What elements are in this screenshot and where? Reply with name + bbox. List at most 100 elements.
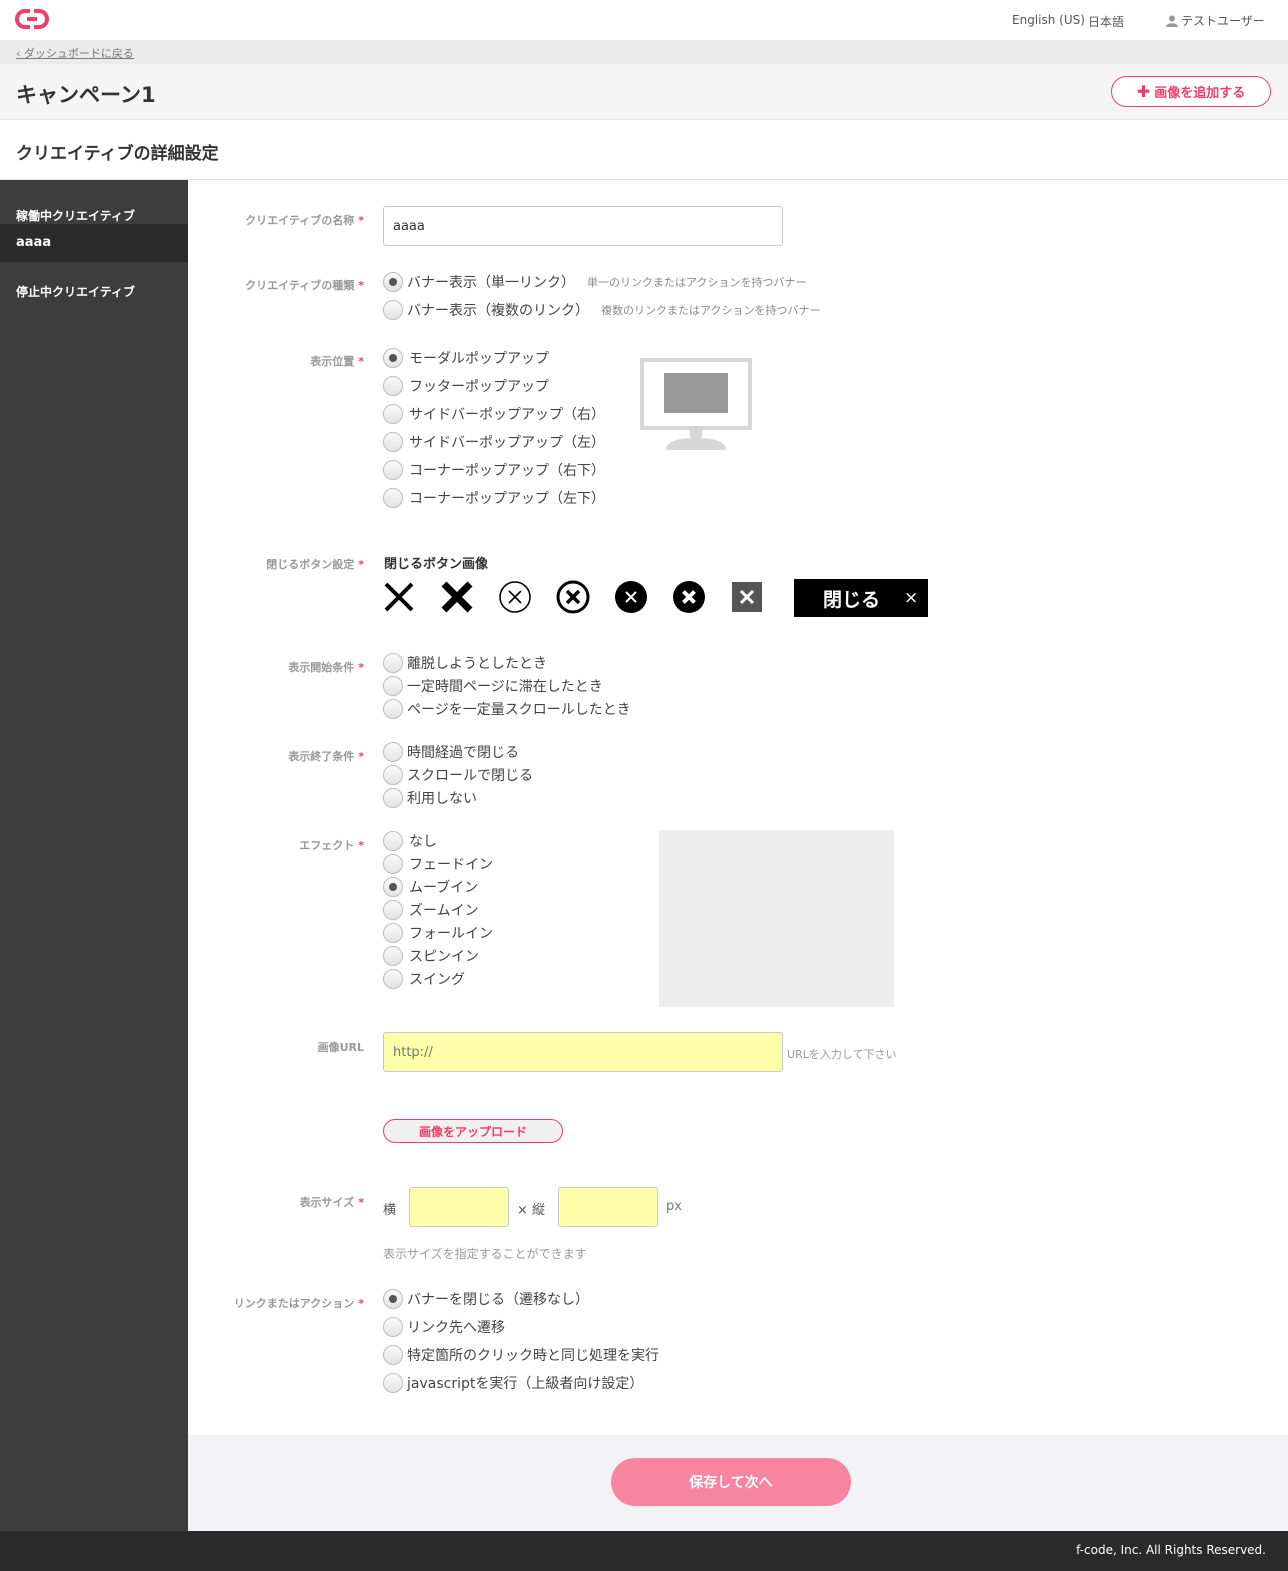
creative-name-input[interactable] — [383, 206, 783, 246]
radio[interactable] — [383, 653, 403, 673]
add-image-button[interactable]: ✚ 画像を追加する — [1111, 76, 1271, 107]
radio[interactable] — [383, 900, 403, 920]
radio[interactable] — [383, 969, 403, 989]
display-size-hint: 表示サイズを指定することができます — [383, 1247, 587, 1261]
close-style-thin-x-icon[interactable] — [382, 580, 416, 614]
close-style-filled-circle-x-icon[interactable] — [614, 580, 648, 614]
end-option-scroll[interactable]: スクロールで閉じる — [383, 765, 533, 785]
effect-option-move-in[interactable]: ムーブイン — [383, 877, 478, 897]
radio[interactable] — [383, 432, 403, 452]
sidebar-active-heading: 稼働中クリエイティブ — [16, 209, 136, 223]
effect-option-none[interactable]: なし — [383, 831, 437, 851]
position-option-modal[interactable]: モーダルポップアップ — [383, 348, 549, 368]
close-style-gray-square-x-icon[interactable] — [730, 580, 764, 614]
back-to-dashboard-link[interactable]: ‹ ダッシュボードに戻る — [16, 45, 134, 61]
effect-option-fade-in[interactable]: フェードイン — [383, 854, 493, 874]
page-title: キャンペーン1 — [16, 83, 156, 107]
radio[interactable] — [383, 1345, 403, 1365]
radio[interactable] — [383, 676, 403, 696]
radio[interactable] — [383, 699, 403, 719]
radio[interactable] — [383, 946, 403, 966]
width-input[interactable] — [409, 1187, 509, 1227]
position-label: 表示位置 * — [310, 355, 364, 368]
radio[interactable] — [383, 488, 403, 508]
radio[interactable] — [383, 1373, 403, 1393]
close-button-label: 閉じるボタン設定 * — [266, 558, 364, 571]
position-option-sidebar-left[interactable]: サイドバーポップアップ（左） — [383, 432, 605, 452]
radio[interactable] — [383, 460, 403, 480]
radio[interactable] — [383, 300, 403, 320]
action-label: リンクまたはアクション * — [233, 1297, 364, 1310]
image-url-hint: URLを入力して下さい — [787, 1048, 897, 1061]
type-option-multiple[interactable]: バナー表示（複数のリンク） 複数のリンクまたはアクションを持つバナー — [383, 300, 820, 320]
action-option-javascript[interactable]: javascriptを実行（上級者向け設定） — [383, 1373, 643, 1393]
px-unit-label: px — [666, 1199, 682, 1214]
user-icon — [1166, 15, 1178, 27]
height-label: × 縦 — [517, 1203, 546, 1218]
position-option-footer[interactable]: フッターポップアップ — [383, 376, 549, 396]
close-style-circle-bold-x-icon[interactable] — [556, 580, 590, 614]
radio[interactable] — [383, 404, 403, 424]
action-option-link[interactable]: リンク先へ遷移 — [383, 1317, 505, 1337]
action-option-same-click[interactable]: 特定箇所のクリック時と同じ処理を実行 — [383, 1345, 659, 1365]
radio[interactable] — [383, 348, 403, 368]
height-input[interactable] — [558, 1187, 658, 1227]
upload-image-button[interactable]: 画像をアップロード — [383, 1119, 563, 1143]
position-option-corner-right[interactable]: コーナーポップアップ（右下） — [383, 460, 605, 480]
section-header: クリエイティブの詳細設定 — [0, 120, 1288, 180]
end-option-none[interactable]: 利用しない — [383, 788, 477, 808]
effect-option-fall-in[interactable]: フォールイン — [383, 923, 493, 943]
radio[interactable] — [383, 272, 403, 292]
close-text-label: 閉じる — [823, 588, 881, 611]
effect-option-spin-in[interactable]: スピンイン — [383, 946, 479, 966]
title-bar: キャンペーン1 ✚ 画像を追加する — [0, 64, 1288, 120]
end-condition-label: 表示終了条件 * — [288, 750, 364, 763]
type-label: クリエイティブの種類 * — [245, 279, 364, 292]
start-option-time-on-page[interactable]: 一定時間ページに滞在したとき — [383, 676, 603, 696]
start-option-scroll[interactable]: ページを一定量スクロールしたとき — [383, 699, 631, 719]
close-style-text-button[interactable]: 閉じる × — [794, 579, 928, 617]
radio[interactable] — [383, 1289, 403, 1309]
save-and-next-button[interactable]: 保存して次へ — [611, 1458, 851, 1506]
radio[interactable] — [383, 742, 403, 762]
radio[interactable] — [383, 1317, 403, 1337]
position-option-sidebar-right[interactable]: サイドバーポップアップ（右） — [383, 404, 605, 424]
breadcrumb: ‹ ダッシュボードに戻る — [0, 40, 1288, 64]
radio[interactable] — [383, 765, 403, 785]
form-footer: 保存して次へ — [188, 1435, 1288, 1531]
close-style-filled-circle-bold-x-icon[interactable] — [672, 580, 706, 614]
radio[interactable] — [383, 831, 403, 851]
language-english-link[interactable]: English (US) — [1012, 13, 1085, 27]
close-style-circle-outline-x-icon[interactable] — [498, 580, 532, 614]
effect-label: エフェクト * — [299, 839, 364, 852]
plus-icon: ✚ — [1136, 82, 1151, 101]
close-style-bold-x-icon[interactable] — [440, 580, 474, 614]
effect-option-swing[interactable]: スイング — [383, 969, 465, 989]
effect-option-zoom-in[interactable]: ズームイン — [383, 900, 479, 920]
action-option-close[interactable]: バナーを閉じる（遷移なし） — [383, 1289, 589, 1309]
radio[interactable] — [383, 877, 403, 897]
back-link-label: ダッシュボードに戻る — [23, 47, 134, 60]
top-bar: English (US) 日本語 テストユーザー — [0, 0, 1288, 40]
close-x-icon: × — [904, 588, 919, 608]
type-option-single[interactable]: バナー表示（単一リンク） 単一のリンクまたはアクションを持つバナー — [383, 272, 806, 292]
link-logo-icon[interactable] — [14, 8, 50, 30]
end-option-time[interactable]: 時間経過で閉じる — [383, 742, 519, 762]
sidebar: 稼働中クリエイティブ aaaa 停止中クリエイティブ — [0, 180, 188, 1531]
user-menu[interactable]: テストユーザー — [1166, 12, 1265, 29]
radio[interactable] — [383, 376, 403, 396]
add-image-label: 画像を追加する — [1154, 86, 1246, 101]
radio[interactable] — [383, 923, 403, 943]
start-option-exit-intent[interactable]: 離脱しようとしたとき — [383, 653, 547, 673]
creative-form: クリエイティブの名称* クリエイティブの種類* バナー表示（単一リンク）単一のリ… — [188, 180, 1288, 1531]
radio[interactable] — [383, 854, 403, 874]
effect-preview-area — [659, 830, 894, 1007]
sidebar-item-aaaa[interactable]: aaaa — [0, 224, 188, 262]
radio[interactable] — [383, 788, 403, 808]
position-option-corner-left[interactable]: コーナーポップアップ（左下） — [383, 488, 605, 508]
sidebar-stopped-heading[interactable]: 停止中クリエイティブ — [16, 283, 135, 300]
copyright: f-code, Inc. All Rights Reserved. — [1076, 1543, 1266, 1557]
monitor-preview-icon — [640, 358, 752, 450]
image-url-input[interactable] — [383, 1032, 783, 1072]
language-japanese-link[interactable]: 日本語 — [1088, 13, 1124, 30]
